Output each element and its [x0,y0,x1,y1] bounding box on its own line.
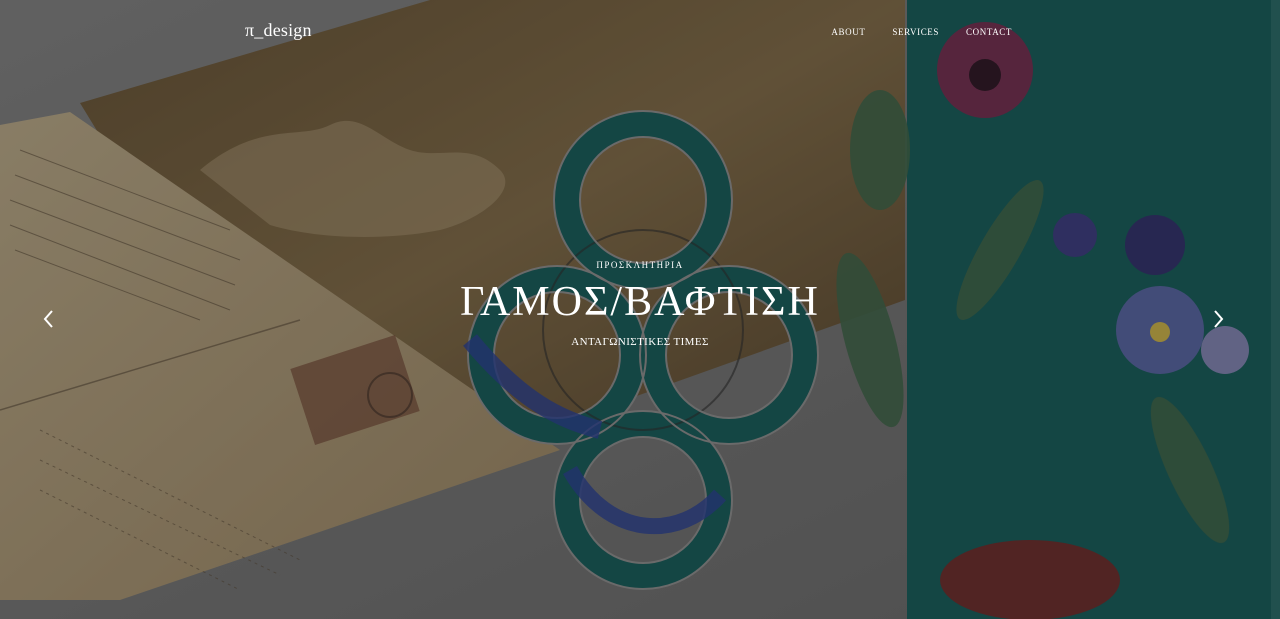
page-scrollbar[interactable] [1271,0,1280,619]
site-logo[interactable]: π_design [245,20,312,41]
nav-contact[interactable]: CONTACT [966,27,1012,37]
slide-title: ΓΑΜΟΣ/ΒΑΦΤΙΣΗ [460,279,820,325]
main-nav: ABOUT SERVICES CONTACT [831,27,1012,37]
chevron-right-icon [1214,310,1224,328]
slide-kicker: ΠΡΟΣΚΛΗΤΗΡΙΑ [596,260,684,270]
prev-slide-button[interactable] [36,305,60,333]
slide-subtitle: ΑΝΤΑΓΩΝΙΣΤΙΚΕΣ ΤΙΜΕΣ [571,336,709,348]
hero-slider: π_design ABOUT SERVICES CONTACT ΠΡΟΣΚΛΗΤ… [0,0,1280,619]
nav-services[interactable]: SERVICES [892,27,939,37]
nav-about[interactable]: ABOUT [831,27,865,37]
next-slide-button[interactable] [1207,305,1231,333]
chevron-left-icon [43,310,53,328]
